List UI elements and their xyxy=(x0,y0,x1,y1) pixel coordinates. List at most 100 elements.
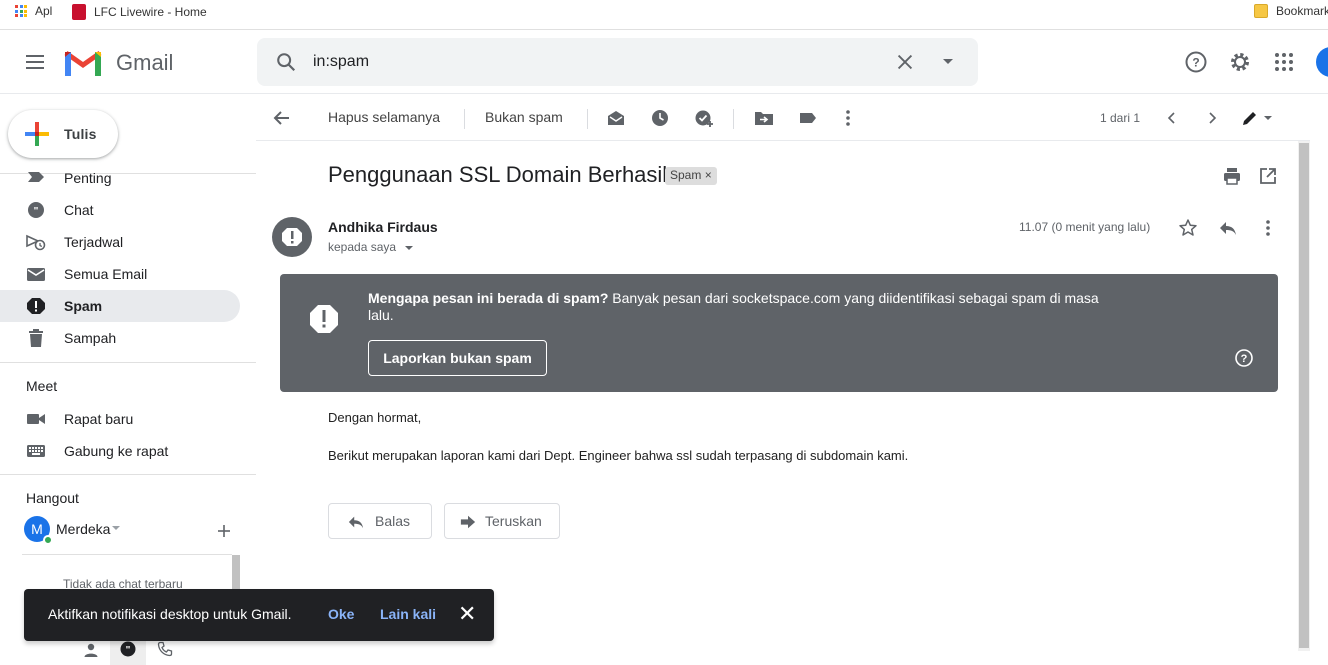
close-icon[interactable]: ✕ xyxy=(458,603,476,625)
sidebar-item-important[interactable]: Penting xyxy=(0,163,240,189)
toolbar-divider xyxy=(464,109,465,129)
compose-button[interactable]: Tulis xyxy=(8,110,118,158)
clear-search-icon[interactable] xyxy=(894,51,916,73)
all-mail-icon xyxy=(27,268,45,281)
spam-warning-title: Mengapa pesan ini berada di spam? xyxy=(368,290,609,306)
sidebar-item-label: Semua Email xyxy=(64,266,148,282)
more-vertical-icon[interactable] xyxy=(838,108,858,128)
help-icon[interactable]: ? xyxy=(1184,50,1208,74)
reply-button[interactable]: Balas xyxy=(328,503,432,539)
desktop-notification-snackbar: Aktifkan notifikasi desktop untuk Gmail.… xyxy=(24,589,494,641)
bookmarks-bar: Apl LFC Livewire - Home Bookmark xyxy=(0,0,1328,30)
delete-forever-button[interactable]: Hapus selamanya xyxy=(328,109,440,125)
snackbar-ok-button[interactable]: Oke xyxy=(328,606,354,622)
keyboard-icon xyxy=(27,445,45,457)
label-icon[interactable] xyxy=(798,108,818,128)
hangout-status-dropdown-icon[interactable] xyxy=(112,526,120,530)
bookmark-lfc-label: LFC Livewire - Home xyxy=(94,5,207,19)
sidebar-item-label: Chat xyxy=(64,202,94,218)
meet-section-title: Meet xyxy=(26,378,58,394)
input-tools-dropdown-icon[interactable] xyxy=(1264,116,1272,120)
spam-label-text: Spam xyxy=(670,168,702,182)
chat-bubble-icon: " xyxy=(120,641,136,657)
svg-text:": " xyxy=(126,645,131,656)
bookmark-apps-label: Apl xyxy=(35,4,53,18)
sidebar-item-new-meeting[interactable]: Rapat baru xyxy=(0,403,240,435)
search-bar[interactable]: in:spam xyxy=(257,38,978,86)
add-to-tasks-icon[interactable] xyxy=(694,108,714,128)
gmail-header: Gmail in:spam ? xyxy=(0,30,1328,94)
sidebar-item-spam[interactable]: Spam xyxy=(0,290,240,322)
google-apps-icon[interactable] xyxy=(1272,50,1296,74)
mark-as-unread-icon[interactable] xyxy=(606,108,626,128)
sender-avatar[interactable] xyxy=(272,217,312,257)
bookmark-lfc[interactable]: LFC Livewire - Home xyxy=(72,4,207,20)
sidebar-item-trash[interactable]: Sampah xyxy=(0,322,240,354)
hangout-section-title: Hangout xyxy=(26,490,79,506)
bookmark-apps[interactable]: Apl xyxy=(15,4,52,18)
apps-grid-icon xyxy=(15,5,27,17)
not-spam-button[interactable]: Bukan spam xyxy=(485,109,563,125)
sidebar-item-all-mail[interactable]: Semua Email xyxy=(0,258,240,290)
report-not-spam-button[interactable]: Laporkan bukan spam xyxy=(368,340,547,376)
recipient-details[interactable]: kepada saya xyxy=(328,240,414,254)
spam-warning-icon xyxy=(282,228,302,246)
hangout-user-name[interactable]: Merdeka xyxy=(56,521,110,537)
svg-text:": " xyxy=(34,206,39,217)
sidebar-item-label: Sampah xyxy=(64,330,117,346)
add-hangout-icon[interactable] xyxy=(216,523,232,539)
sender-name[interactable]: Andhika Firdaus xyxy=(328,219,438,235)
back-arrow-icon[interactable] xyxy=(272,108,292,128)
reply-icon[interactable] xyxy=(1218,218,1238,238)
chevron-left-icon[interactable] xyxy=(1162,108,1182,128)
bookmark-folder[interactable]: Bookmark xyxy=(1254,4,1328,18)
compose-plus-icon xyxy=(25,122,49,146)
spam-warning-icon xyxy=(310,305,338,333)
remove-label-icon[interactable]: × xyxy=(705,168,712,182)
snooze-clock-icon[interactable] xyxy=(650,108,670,128)
sidebar-item-join-meeting[interactable]: Gabung ke rapat xyxy=(0,435,240,467)
open-in-new-window-icon[interactable] xyxy=(1258,166,1278,186)
snackbar-message: Aktifkan notifikasi desktop untuk Gmail. xyxy=(48,606,292,622)
sidebar-item-scheduled[interactable]: Terjadwal xyxy=(0,226,240,258)
gmail-brand[interactable]: Gmail xyxy=(116,50,173,76)
toolbar-divider xyxy=(587,109,588,129)
forward-button[interactable]: Teruskan xyxy=(444,503,560,539)
sidebar-item-label: Rapat baru xyxy=(64,411,134,427)
online-status-icon xyxy=(43,535,53,545)
help-icon[interactable]: ? xyxy=(1234,348,1254,368)
spam-icon xyxy=(27,298,45,314)
message-subject: Penggunaan SSL Domain Berhasil xyxy=(328,162,668,187)
move-to-icon[interactable] xyxy=(754,108,774,128)
show-details-dropdown-icon[interactable] xyxy=(405,245,414,250)
star-icon[interactable] xyxy=(1178,218,1198,238)
snackbar-later-button[interactable]: Lain kali xyxy=(380,606,436,622)
message-more-icon[interactable] xyxy=(1258,218,1278,238)
sidebar-item-chat[interactable]: " Chat xyxy=(0,194,240,226)
main-menu-icon[interactable] xyxy=(26,55,46,69)
message-scrollbar-thumb[interactable] xyxy=(1299,143,1309,648)
gmail-logo-icon[interactable] xyxy=(64,47,102,77)
label-important-icon xyxy=(28,172,44,182)
forward-icon xyxy=(460,515,476,529)
chat-icon: " xyxy=(28,202,44,218)
search-options-icon[interactable] xyxy=(943,59,953,64)
phone-icon[interactable] xyxy=(157,641,173,657)
pagination-text: 1 dari 1 xyxy=(1100,111,1141,125)
spam-label-badge[interactable]: Spam × xyxy=(665,167,717,185)
spam-warning-banner: Mengapa pesan ini berada di spam? Banyak… xyxy=(280,274,1278,392)
message-toolbar: Hapus selamanya Bukan spam 1 dari 1 xyxy=(256,95,1310,141)
sidebar-item-label: Spam xyxy=(64,298,103,314)
sidebar-item-label: Gabung ke rapat xyxy=(64,443,169,459)
print-icon[interactable] xyxy=(1222,166,1242,186)
compose-label: Tulis xyxy=(64,126,97,142)
toolbar-divider xyxy=(733,109,734,129)
search-input[interactable]: in:spam xyxy=(313,53,369,71)
settings-gear-icon[interactable] xyxy=(1228,50,1252,74)
search-icon[interactable] xyxy=(275,51,297,73)
contacts-person-icon[interactable] xyxy=(83,642,99,658)
chevron-right-icon[interactable] xyxy=(1202,108,1222,128)
input-tools-pencil-icon[interactable] xyxy=(1240,108,1260,128)
trash-icon xyxy=(29,329,43,347)
hangout-divider xyxy=(0,474,256,475)
